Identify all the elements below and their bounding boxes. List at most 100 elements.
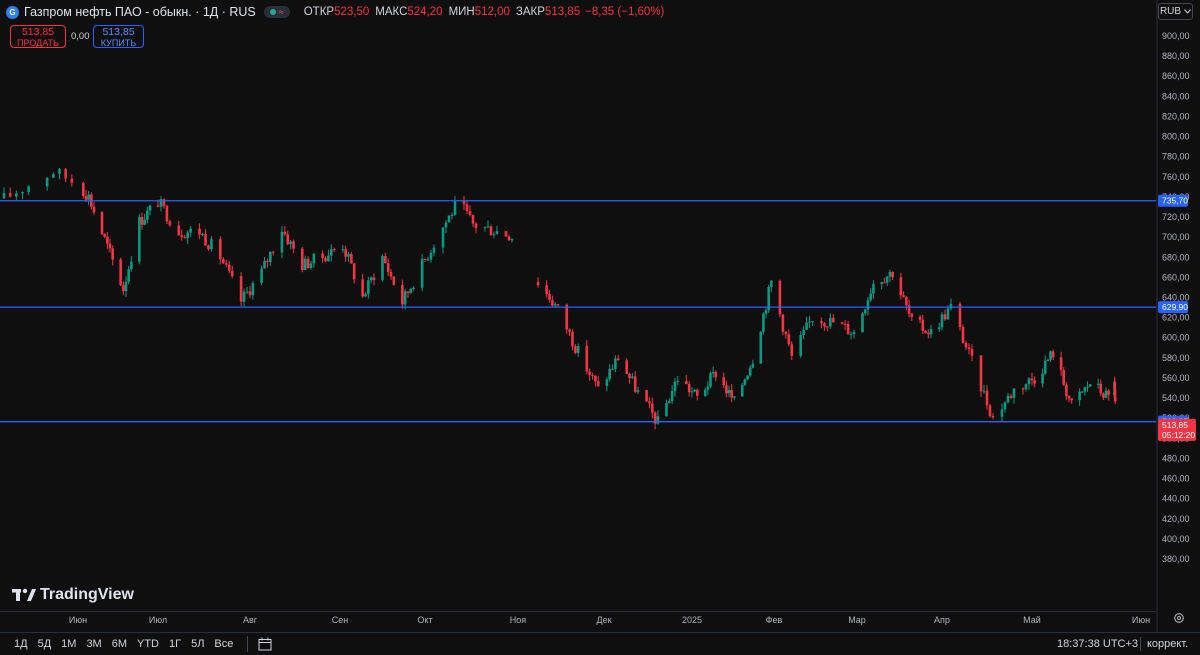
candle-body [332, 249, 336, 251]
candle-body [45, 177, 49, 187]
candle-body [127, 269, 130, 282]
timeframe-all[interactable]: Все [214, 638, 233, 650]
market-open-dot-icon [269, 9, 276, 15]
candle-body [406, 291, 410, 293]
timeframe-1d[interactable]: 1Д [14, 638, 28, 650]
timeframe-ytd[interactable]: YTD [137, 638, 159, 650]
candle-body [1107, 390, 1111, 395]
candle-body [219, 239, 222, 260]
candle-body [725, 385, 728, 394]
candle-body [504, 231, 508, 237]
candle-body [21, 192, 24, 194]
candle-body [667, 401, 671, 404]
x-tick-label: Апр [934, 615, 950, 625]
candle-body [883, 282, 886, 284]
price-chart[interactable]: 900,00 880,00 860,00 840,00 820,00 800,00 780,… [0, 0, 1200, 655]
candle-body [426, 259, 430, 261]
symbol-title[interactable]: Газпром нефть ПАО - обыкн. · 1Д · RUS [24, 5, 256, 19]
candle-body [885, 276, 889, 283]
candle-body [829, 317, 832, 327]
candle-body [849, 334, 853, 336]
candle-body [148, 205, 152, 211]
timeframe-1m[interactable]: 1М [61, 638, 76, 650]
y-tick-label: 400,00 [1162, 534, 1190, 544]
candle-body [412, 287, 415, 289]
date-range-button[interactable] [247, 636, 274, 652]
candle-body [1051, 351, 1055, 358]
candle-body [386, 263, 390, 272]
market-status-indicator[interactable]: ≈ [263, 6, 290, 18]
candle-body [130, 261, 133, 270]
candle-body [565, 304, 569, 330]
candle-body [138, 217, 141, 262]
candle-body [568, 329, 571, 332]
currency-label: RUB [1159, 6, 1182, 17]
candle-body [1027, 378, 1031, 385]
candle-body [122, 285, 125, 292]
timeframe-3m[interactable]: 3М [86, 638, 101, 650]
candle-body [778, 280, 782, 315]
candle-body [553, 304, 557, 306]
candle-body [605, 379, 609, 387]
candle-body [784, 331, 788, 335]
y-tick-label: 580,00 [1162, 353, 1190, 363]
candle-body [781, 314, 785, 332]
candle-body [982, 390, 986, 392]
candle-body [730, 389, 733, 398]
candle-body [58, 169, 61, 175]
candle-body [423, 258, 427, 260]
candle-body [495, 231, 499, 235]
candle-body [656, 416, 660, 424]
candle-body [8, 192, 12, 197]
candle-body [899, 277, 903, 296]
candle-body [988, 405, 992, 417]
candle-body [303, 258, 307, 271]
candle-body [695, 389, 699, 396]
adjustment-toggle[interactable]: коррект. [1147, 638, 1188, 650]
candle-body [70, 178, 74, 183]
x-tick-label: Фев [766, 615, 783, 625]
candle-body [693, 389, 696, 392]
sell-button[interactable]: 513,85 ПРОДАТЬ [10, 25, 66, 48]
candle-body [100, 212, 104, 234]
candle-body [907, 305, 911, 314]
candle-body [591, 375, 594, 377]
candle-body [1030, 378, 1034, 381]
timeframe-5d[interactable]: 5Д [38, 638, 52, 650]
candle-body [183, 237, 187, 239]
candle-body [82, 182, 85, 196]
candle-body [905, 297, 908, 306]
candle-body [468, 211, 472, 215]
candle-body [403, 291, 407, 305]
y-tick-label: 820,00 [1162, 111, 1190, 121]
candle-body [389, 271, 393, 277]
candle-body [27, 186, 30, 193]
candle-body [248, 291, 252, 296]
candle-body [676, 380, 680, 382]
candle-body [759, 331, 763, 364]
candle-body [843, 323, 847, 325]
clock-timezone[interactable]: 18:37:38 UTC+3 [1057, 638, 1138, 650]
timeframe-1y[interactable]: 1Г [169, 638, 181, 650]
candle-body [823, 323, 826, 327]
candle-body [156, 205, 160, 207]
last-price-label: 513,85 [1162, 420, 1188, 430]
candle-body [596, 381, 600, 387]
candle-body [327, 255, 330, 262]
candle-body [103, 233, 106, 237]
timeframe-6m[interactable]: 6М [112, 638, 127, 650]
candle-body [483, 227, 487, 229]
buy-button[interactable]: 513,85 КУПИТЬ [93, 25, 144, 48]
candle-body [608, 369, 611, 380]
candle-body [260, 268, 263, 283]
candle-body [902, 295, 905, 298]
settings-gear-icon[interactable] [1173, 612, 1185, 624]
candle-body [1086, 386, 1089, 388]
candle-body [703, 389, 707, 396]
candle-body [119, 259, 122, 286]
candle-body [665, 403, 668, 417]
currency-selector[interactable]: RUB [1158, 3, 1193, 20]
candle-body [432, 247, 436, 253]
candle-body [2, 192, 6, 199]
timeframe-5y[interactable]: 5Л [191, 638, 204, 650]
